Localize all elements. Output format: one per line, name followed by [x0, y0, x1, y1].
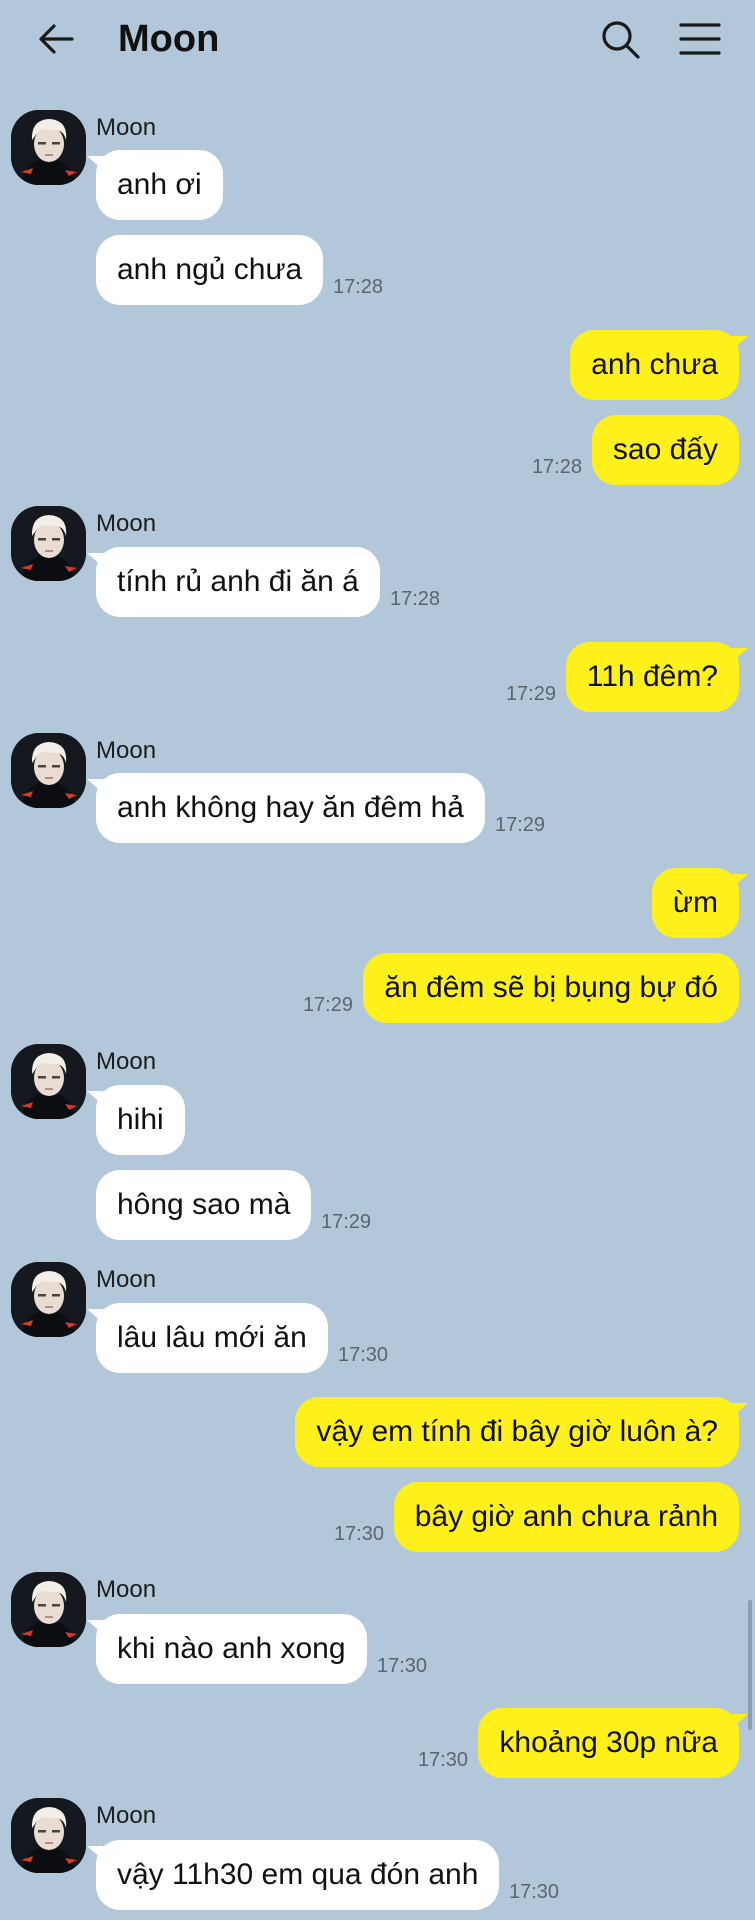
outgoing-message-bubble[interactable]: 11h đêm? [565, 642, 749, 712]
scrollbar[interactable] [748, 1600, 752, 1730]
message-timestamp: 17:30 [377, 1655, 428, 1677]
outgoing-message-bubble[interactable]: vậy em tính đi bây giờ luôn à? [295, 1397, 748, 1467]
message-timestamp: 17:30 [333, 1523, 384, 1545]
incoming-message-bubble[interactable]: vậy 11h30 em qua đón anh [86, 1840, 500, 1910]
search-icon [602, 21, 640, 59]
incoming-message-bubble[interactable]: anh ngủ chưa [96, 235, 324, 305]
message-timestamp: 17:28 [390, 588, 441, 610]
incoming-message-bubble[interactable]: hông sao mà [96, 1170, 312, 1240]
incoming-message-bubble[interactable]: tính rủ anh đi ăn á [87, 547, 380, 617]
avatar[interactable] [11, 1044, 86, 1119]
menu-button[interactable] [676, 16, 724, 62]
avatar[interactable] [11, 733, 86, 808]
message-timestamp: 17:30 [338, 1344, 389, 1366]
incoming-message-bubble[interactable]: lâu lâu mới ăn [87, 1303, 328, 1373]
sender-name: Moon [96, 1802, 157, 1829]
sender-name: Moon [96, 1266, 157, 1293]
incoming-message-bubble[interactable]: anh không hay ăn đêm hả [87, 773, 485, 843]
sender-name: Moon [96, 510, 157, 537]
avatar[interactable] [11, 1262, 86, 1337]
message-timestamp: 17:29 [495, 814, 546, 836]
message-timestamp: 17:28 [333, 276, 384, 298]
arrow-left-icon [39, 24, 74, 54]
search-button[interactable] [598, 16, 644, 62]
incoming-message-bubble[interactable]: anh ơi [87, 150, 223, 220]
message-list[interactable]: Moon anh ơi anh ngủ chưa 17:28 anh chưa sao đ… [0, 80, 755, 1920]
sender-name: Moon [96, 114, 157, 141]
avatar[interactable] [11, 1798, 86, 1873]
avatar[interactable] [11, 1572, 86, 1647]
message-timestamp: 17:30 [417, 1749, 468, 1771]
outgoing-message-bubble[interactable]: ăn đêm sẽ bị bụng bự đó [363, 953, 739, 1023]
sender-name: Moon [96, 737, 157, 764]
incoming-message-bubble[interactable]: khi nào anh xong [87, 1614, 367, 1684]
message-timestamp: 17:29 [321, 1211, 372, 1233]
incoming-message-bubble[interactable]: hihi [87, 1085, 185, 1155]
hamburger-menu-icon [679, 23, 721, 55]
chat-title: Moon [118, 18, 220, 60]
message-timestamp: 17:28 [531, 456, 582, 478]
outgoing-message-bubble[interactable]: bây giờ anh chưa rảnh [393, 1482, 739, 1552]
sender-name: Moon [96, 1048, 157, 1075]
outgoing-message-bubble[interactable]: anh chưa [570, 330, 748, 400]
message-timestamp: 17:29 [302, 994, 353, 1016]
outgoing-message-bubble[interactable]: khoảng 30p nữa [478, 1708, 748, 1778]
message-timestamp: 17:30 [509, 1881, 560, 1903]
outgoing-message-bubble[interactable]: sao đấy [591, 415, 739, 485]
message-timestamp: 17:29 [505, 683, 556, 705]
chat-header: Moon [0, 0, 755, 80]
back-button[interactable] [34, 16, 80, 62]
avatar[interactable] [11, 506, 86, 581]
sender-name: Moon [96, 1576, 157, 1603]
outgoing-message-bubble[interactable]: ừm [651, 868, 749, 938]
avatar[interactable] [11, 110, 86, 185]
